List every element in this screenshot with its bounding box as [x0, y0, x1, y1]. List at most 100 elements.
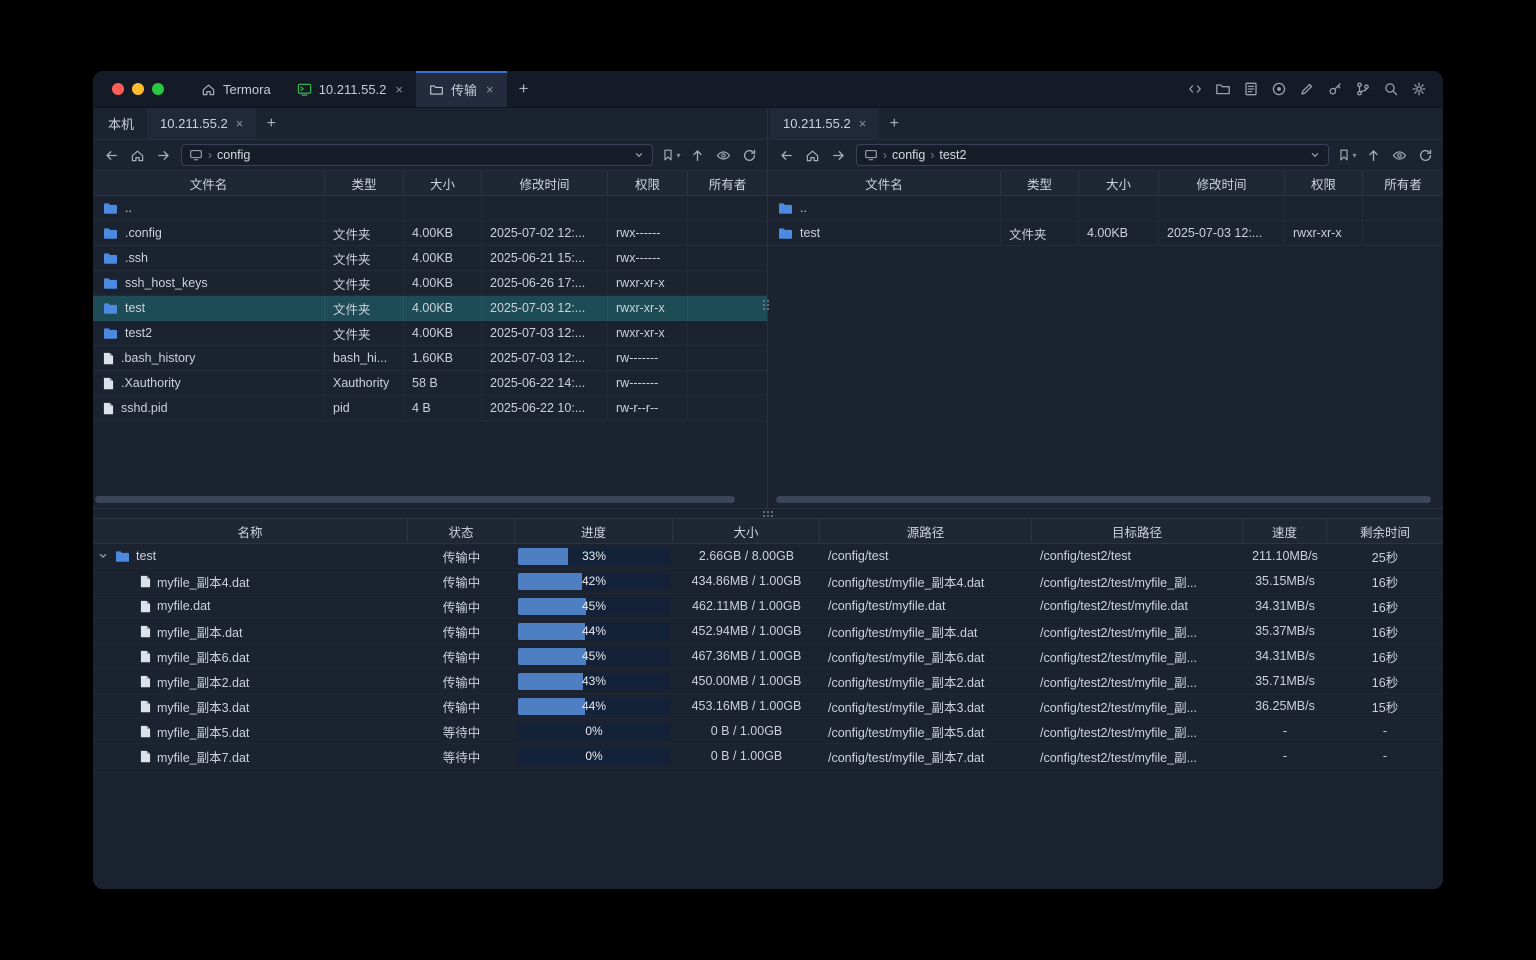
- file-row[interactable]: ..: [768, 196, 1443, 221]
- search-icon[interactable]: [1378, 77, 1403, 101]
- transfer-row[interactable]: myfile_副本3.dat传输中44%453.16MB / 1.00GB/co…: [93, 694, 1443, 719]
- back-button[interactable]: [774, 144, 798, 166]
- column-header[interactable]: 所有者: [688, 171, 767, 195]
- close-tab-icon[interactable]: ×: [859, 116, 867, 131]
- column-header[interactable]: 剩余时间: [1327, 519, 1443, 543]
- file-row[interactable]: ssh_host_keys文件夹4.00KB2025-06-26 17:...r…: [93, 271, 767, 296]
- path-bar[interactable]: ›config: [181, 144, 653, 166]
- file-row[interactable]: ..: [93, 196, 767, 221]
- file-row[interactable]: sshd.pidpid4 B2025-06-22 10:...rw-r--r--: [93, 396, 767, 421]
- maximize-window-button[interactable]: [152, 83, 164, 95]
- new-tab-button[interactable]: +: [507, 71, 541, 107]
- file-list-icon[interactable]: [1238, 77, 1263, 101]
- column-header[interactable]: 名称: [93, 519, 408, 543]
- file-type-cell: [325, 196, 404, 220]
- column-header[interactable]: 进度: [515, 519, 673, 543]
- chevron-down-icon[interactable]: [1309, 149, 1321, 161]
- transfer-row[interactable]: myfile_副本.dat传输中44%452.94MB / 1.00GB/con…: [93, 619, 1443, 644]
- home-button[interactable]: [800, 144, 824, 166]
- file-row[interactable]: test2文件夹4.00KB2025-07-03 12:...rwxr-xr-x: [93, 321, 767, 346]
- close-tab-icon[interactable]: ×: [486, 82, 494, 97]
- column-header[interactable]: 权限: [608, 171, 688, 195]
- tab-termora[interactable]: Termora: [188, 71, 284, 107]
- file-row[interactable]: .XauthorityXauthority58 B2025-06-22 14:.…: [93, 371, 767, 396]
- file-name-label: ..: [800, 201, 807, 215]
- transfer-row[interactable]: myfile_副本6.dat传输中45%467.36MB / 1.00GB/co…: [93, 644, 1443, 669]
- column-header[interactable]: 目标路径: [1032, 519, 1243, 543]
- file-row[interactable]: .bash_historybash_hi...1.60KB2025-07-03 …: [93, 346, 767, 371]
- file-size-cell: 4.00KB: [404, 296, 482, 320]
- minimize-window-button[interactable]: [132, 83, 144, 95]
- column-header[interactable]: 源路径: [820, 519, 1032, 543]
- horizontal-scrollbar[interactable]: [776, 496, 1431, 503]
- transfer-speed-cell: 35.71MB/s: [1243, 669, 1327, 693]
- file-row[interactable]: test文件夹4.00KB2025-07-03 12:...rwxr-xr-x: [768, 221, 1443, 246]
- file-row[interactable]: .ssh文件夹4.00KB2025-06-21 15:...rwx------: [93, 246, 767, 271]
- forward-button[interactable]: [826, 144, 850, 166]
- upload-button[interactable]: [685, 144, 709, 166]
- folder-icon[interactable]: [1210, 77, 1235, 101]
- close-window-button[interactable]: [112, 83, 124, 95]
- panel-tab-local[interactable]: 本机: [95, 108, 147, 139]
- transfer-row[interactable]: myfile_副本7.dat等待中0%0 B / 1.00GB/config/t…: [93, 744, 1443, 769]
- forward-button[interactable]: [151, 144, 175, 166]
- key-icon[interactable]: [1322, 77, 1347, 101]
- path-bar[interactable]: ›config›test2: [856, 144, 1329, 166]
- column-header[interactable]: 类型: [325, 171, 404, 195]
- show-hidden-files-button[interactable]: [711, 144, 735, 166]
- panel-new-tab-button[interactable]: +: [256, 108, 286, 139]
- expand-chevron-icon[interactable]: [97, 550, 109, 562]
- panel-tab-remote[interactable]: 10.211.55.2 ×: [770, 108, 879, 139]
- file-row[interactable]: .config文件夹4.00KB2025-07-02 12:...rwx----…: [93, 221, 767, 246]
- breadcrumb-item[interactable]: config: [217, 148, 250, 162]
- breadcrumb-item[interactable]: config: [892, 148, 925, 162]
- branch-icon[interactable]: [1350, 77, 1375, 101]
- panel-splitter-grip[interactable]: [763, 300, 769, 310]
- progress-label: 44%: [518, 623, 670, 640]
- bookmark-button[interactable]: ▾: [659, 144, 683, 166]
- show-hidden-files-button[interactable]: [1387, 144, 1411, 166]
- code-icon[interactable]: [1182, 77, 1207, 101]
- breadcrumb-item[interactable]: test2: [939, 148, 966, 162]
- close-tab-icon[interactable]: ×: [395, 82, 403, 97]
- file-table-left: ...config文件夹4.00KB2025-07-02 12:...rwx--…: [93, 196, 767, 508]
- column-header[interactable]: 状态: [408, 519, 515, 543]
- transfer-splitter[interactable]: [93, 508, 1443, 519]
- column-header[interactable]: 速度: [1243, 519, 1327, 543]
- transfer-row[interactable]: myfile_副本2.dat传输中43%450.00MB / 1.00GB/co…: [93, 669, 1443, 694]
- transfer-row[interactable]: myfile.dat传输中45%462.11MB / 1.00GB/config…: [93, 594, 1443, 619]
- tab-transfer[interactable]: 传输 ×: [416, 71, 507, 107]
- column-header[interactable]: 文件名: [93, 171, 325, 195]
- transfer-row[interactable]: myfile_副本4.dat传输中42%434.86MB / 1.00GB/co…: [93, 569, 1443, 594]
- back-button[interactable]: [99, 144, 123, 166]
- bookmark-button[interactable]: ▾: [1335, 144, 1359, 166]
- column-header[interactable]: 修改时间: [1159, 171, 1285, 195]
- edit-icon[interactable]: [1294, 77, 1319, 101]
- settings-icon[interactable]: [1406, 77, 1431, 101]
- panel-new-tab-button[interactable]: +: [879, 108, 909, 139]
- transfer-remaining-cell: -: [1327, 744, 1443, 768]
- upload-button[interactable]: [1361, 144, 1385, 166]
- close-tab-icon[interactable]: ×: [236, 116, 244, 131]
- refresh-button[interactable]: [737, 144, 761, 166]
- tab-host-session[interactable]: 10.211.55.2 ×: [284, 71, 416, 107]
- column-header[interactable]: 所有者: [1363, 171, 1443, 195]
- chevron-down-icon[interactable]: [633, 149, 645, 161]
- transfer-name-label: myfile_副本5.dat: [157, 722, 249, 741]
- column-header[interactable]: 大小: [404, 171, 482, 195]
- column-header[interactable]: 类型: [1001, 171, 1079, 195]
- home-button[interactable]: [125, 144, 149, 166]
- panel-tab-remote[interactable]: 10.211.55.2 ×: [147, 108, 256, 139]
- column-header[interactable]: 大小: [673, 519, 820, 543]
- record-icon[interactable]: [1266, 77, 1291, 101]
- file-row[interactable]: test文件夹4.00KB2025-07-03 12:...rwxr-xr-x: [93, 296, 767, 321]
- transfer-row[interactable]: myfile_副本5.dat等待中0%0 B / 1.00GB/config/t…: [93, 719, 1443, 744]
- column-header[interactable]: 权限: [1285, 171, 1363, 195]
- transfer-row[interactable]: test传输中33%2.66GB / 8.00GB/config/test/co…: [93, 544, 1443, 569]
- splitter-grip[interactable]: [763, 511, 773, 517]
- column-header[interactable]: 文件名: [768, 171, 1001, 195]
- column-header[interactable]: 大小: [1079, 171, 1159, 195]
- horizontal-scrollbar[interactable]: [95, 496, 735, 503]
- refresh-button[interactable]: [1413, 144, 1437, 166]
- column-header[interactable]: 修改时间: [482, 171, 608, 195]
